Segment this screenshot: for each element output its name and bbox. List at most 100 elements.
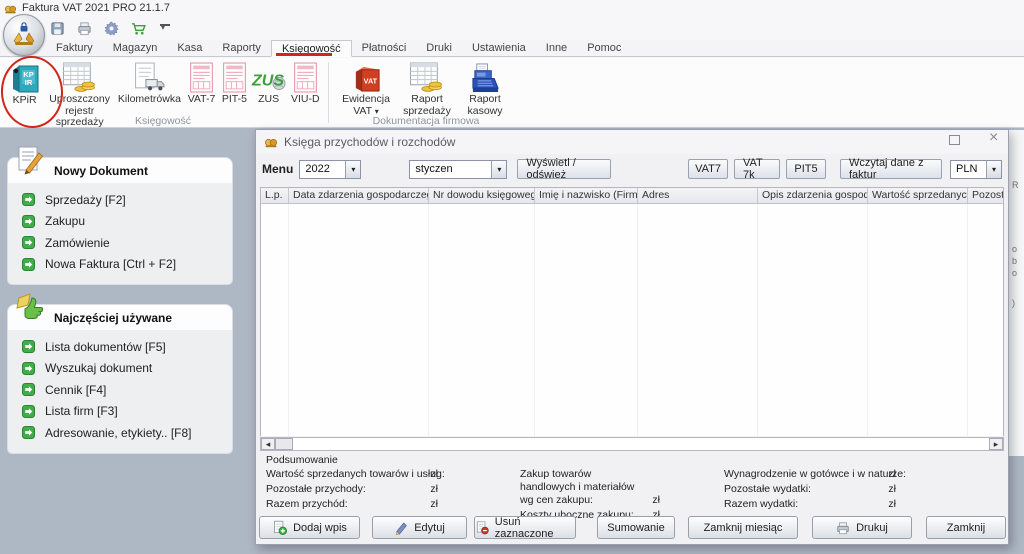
scrollbar-thumb[interactable] — [275, 438, 293, 450]
summary-label: Pozostałe przychody: — [266, 483, 418, 496]
application-menu-orb[interactable] — [3, 14, 45, 56]
sidebar-item-label: Nowa Faktura [Ctrl + F2] — [45, 257, 176, 271]
green-arrow-icon — [22, 405, 35, 418]
dropdown-arrow-icon[interactable] — [345, 161, 360, 178]
summary-label: Wartość sprzedanych towarów i usług: — [266, 468, 418, 481]
print-dialog-button[interactable]: Drukuj — [812, 516, 912, 539]
settings-gear-button[interactable] — [102, 19, 120, 37]
month-dropdown[interactable]: styczen — [409, 160, 507, 179]
column-header-imie-nazwisko[interactable]: Imię i nazwisko (Firma) — [535, 188, 638, 203]
button-label: Usuń zaznaczone — [495, 516, 575, 540]
summary-title: Podsumowanie — [266, 454, 338, 466]
horizontal-scrollbar[interactable] — [260, 437, 1004, 451]
customize-toolbar-button[interactable] — [156, 19, 174, 37]
edit-button[interactable]: Edytuj — [372, 516, 467, 539]
column-header-wartosc[interactable]: Wartość sprzedanych — [868, 188, 968, 203]
column-header-nr-dowodu[interactable]: Nr dowodu księgowego — [429, 188, 535, 203]
sidebar-item-lista-firm[interactable]: Lista firm [F3] — [22, 401, 224, 423]
maximize-icon[interactable] — [949, 135, 960, 145]
close-icon[interactable] — [988, 133, 1002, 147]
load-from-invoices-button[interactable]: Wczytaj dane z faktur — [840, 159, 942, 179]
vat7k-button[interactable]: VAT 7k — [734, 159, 780, 179]
currency-value: PLN — [951, 161, 986, 178]
year-dropdown[interactable]: 2022 — [299, 160, 361, 179]
clipped-text-fragment: ) — [1012, 298, 1015, 308]
tab-inne[interactable]: Inne — [536, 39, 577, 56]
new-document-icon — [15, 145, 45, 175]
ribbon-item-label: PIT-5 — [222, 94, 247, 106]
ribbon-item-zus[interactable]: ZUS — [251, 61, 287, 106]
column-header-data-zdarzenia[interactable]: Data zdarzenia gospodarczego — [289, 188, 429, 203]
background-window-strip: R o b o ) — [1008, 130, 1024, 456]
save-button[interactable] — [48, 19, 66, 37]
column-header-opis[interactable]: Opis zdarzenia gospodarczego — [758, 188, 868, 203]
close-dialog-button[interactable]: Zamknij — [926, 516, 1006, 539]
button-label: Edytuj — [414, 522, 445, 534]
scroll-left-icon[interactable] — [261, 438, 275, 450]
add-doc-icon — [272, 520, 287, 535]
refresh-button[interactable]: Wyświetl / odśwież — [517, 159, 611, 179]
tab-ksiegowosc[interactable]: Księgowość — [271, 40, 352, 57]
summary-column-expenses: Wynagrodzenie w gotówce i w naturze:zł P… — [724, 468, 896, 513]
scrollbar-track[interactable] — [275, 438, 989, 450]
sidebar-item-zakupu[interactable]: Zakupu — [22, 211, 224, 233]
ribbon-group-label: Księgowość — [0, 115, 326, 127]
dropdown-arrow-icon[interactable] — [986, 161, 1001, 178]
column-header-pozostale[interactable]: Pozostałe p — [968, 188, 1003, 203]
print-button[interactable] — [75, 19, 93, 37]
pencil-icon — [394, 521, 408, 535]
tab-druki[interactable]: Druki — [416, 39, 462, 56]
ribbon-item-ewidencja-vat[interactable]: Ewidencja VAT — [335, 61, 397, 117]
column-header-lp[interactable]: L.p. — [261, 188, 289, 203]
sales-register-icon — [62, 62, 98, 93]
table-header-row: L.p. Data zdarzenia gospodarczego Nr dow… — [261, 188, 1003, 204]
sidebar-item-zamowienie[interactable]: Zamówienie — [22, 232, 224, 254]
delete-selected-button[interactable]: Usuń zaznaczone — [474, 516, 576, 539]
tab-kasa[interactable]: Kasa — [167, 39, 212, 56]
scroll-right-icon[interactable] — [989, 438, 1003, 450]
green-arrow-icon — [22, 193, 35, 206]
tab-raporty[interactable]: Raporty — [212, 39, 271, 56]
sidebar-item-nowa-faktura[interactable]: Nowa Faktura [Ctrl + F2] — [22, 254, 224, 276]
sidebar-item-adresowanie[interactable]: Adresowanie, etykiety.. [F8] — [22, 422, 224, 444]
ribbon-item-label: ZUS — [258, 94, 279, 106]
currency-dropdown[interactable]: PLN — [950, 160, 1002, 179]
tab-platnosci[interactable]: Płatności — [352, 39, 417, 56]
pit5-button[interactable]: PIT5 — [786, 159, 826, 179]
ribbon-item-label: Raport sprzedaży — [397, 94, 457, 117]
zus-icon — [251, 66, 287, 93]
tab-ustawienia[interactable]: Ustawienia — [462, 39, 536, 56]
app-icon — [4, 2, 17, 15]
ribbon-item-raport-sprzedazy[interactable]: Raport sprzedaży — [397, 61, 457, 117]
sum-button[interactable]: Sumowanie — [597, 516, 675, 539]
sidebar-item-sprzedazy[interactable]: Sprzedaży [F2] — [22, 189, 224, 211]
summary-label: Pozostałe wydatki: — [724, 483, 876, 496]
quick-access-toolbar — [48, 16, 174, 40]
month-value: styczen — [410, 161, 491, 178]
tab-pomoc[interactable]: Pomoc — [577, 39, 631, 56]
tab-faktury[interactable]: Faktury — [46, 39, 103, 56]
ribbon-item-vat7[interactable]: VAT-7 — [185, 61, 218, 106]
panel-header: Nowy Dokument — [8, 158, 232, 183]
ribbon-item-viud[interactable]: VIU-D — [287, 61, 324, 106]
add-entry-button[interactable]: Dodaj wpis — [259, 516, 360, 539]
sidebar-item-wyszukaj-dokument[interactable]: Wyszukaj dokument — [22, 358, 224, 380]
dropdown-arrow-icon[interactable] — [491, 161, 506, 178]
dialog-icon — [264, 135, 278, 149]
ribbon-item-kilometrowka[interactable]: Kilometrówka — [114, 61, 185, 106]
sidebar-item-lista-dokumentow[interactable]: Lista dokumentów [F5] — [22, 336, 224, 358]
ribbon-item-pit5[interactable]: PIT-5 — [218, 61, 250, 106]
column-header-adres[interactable]: Adres — [638, 188, 758, 203]
tab-magazyn[interactable]: Magazyn — [103, 39, 168, 56]
table-body-empty[interactable] — [261, 204, 1003, 436]
ribbon-item-raport-kasowy[interactable]: Raport kasowy — [457, 61, 513, 117]
dialog-button-row: Dodaj wpis Edytuj Usuń zaznaczone Sumowa… — [256, 516, 1008, 539]
summary-label: Razem przychód: — [266, 498, 418, 511]
sidebar-item-cennik[interactable]: Cennik [F4] — [22, 379, 224, 401]
close-month-button[interactable]: Zamknij miesiąc — [688, 516, 798, 539]
vat7-button[interactable]: VAT7 — [688, 159, 728, 179]
ribbon-item-kpir[interactable]: KPiR — [4, 61, 45, 107]
button-label: Drukuj — [856, 522, 888, 534]
green-arrow-icon — [22, 236, 35, 249]
shop-cart-button[interactable] — [129, 19, 147, 37]
